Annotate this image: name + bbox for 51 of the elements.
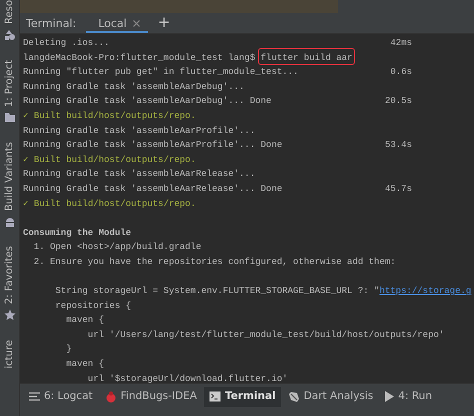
tool-window-tab[interactable]: Terminal <box>204 387 281 407</box>
sidebar-tab[interactable]: 2: Favorites <box>4 246 14 304</box>
sidebar-tab[interactable]: icture <box>4 340 14 369</box>
terminal-line: Running Gradle task 'assembleAarRelease'... Done <box>23 184 282 194</box>
sidebar-tab[interactable]: 1: Project <box>4 60 14 108</box>
terminal-line: } <box>65 344 72 354</box>
duration-text: 53.4s <box>384 139 412 152</box>
terminal-line: Running Gradle task 'assembleAarDebug'... Done <box>23 96 272 106</box>
terminal-line: 2. Ensure you have the repositories configured, otherwise add them: <box>32 256 396 267</box>
terminal-line: Running Gradle task 'assembleAarRelease'... <box>23 169 256 180</box>
terminal-line: Running Gradle task 'assembleAarProfile'... <box>23 126 256 136</box>
duration-text: 42ms <box>390 37 412 50</box>
terminal-line: langdeMacBook-Pro:flutter_module_test lang$ <box>23 52 256 65</box>
menu-icon <box>29 392 40 402</box>
android-icon <box>4 216 16 228</box>
terminal-line: Running Gradle task 'assembleAarProfile'... Done <box>23 140 282 150</box>
resource-icon <box>4 28 16 41</box>
terminal-icon <box>208 391 221 402</box>
add-tab-button[interactable]: + <box>148 13 180 33</box>
bug-icon <box>104 390 117 403</box>
terminal-line: ✓ Built build/host/outputs/repo. <box>23 198 196 209</box>
sidebar-tab[interactable]: Reso <box>4 0 14 24</box>
tool-window-tab[interactable]: 6: Logcat <box>24 387 98 407</box>
play-icon <box>385 391 394 402</box>
command-text: flutter build aar <box>258 48 356 66</box>
terminal-line: Running Gradle task 'assembleAarDebug'... <box>23 82 244 92</box>
terminal-line: ✓ Built build/host/outputs/repo. <box>23 110 196 121</box>
duration-text: 20.5s <box>384 95 412 108</box>
code-line: String storageUrl = System.env.FLUTTER_STORAGE_BASE_URL ?: " <box>54 286 380 296</box>
terminal-title: Terminal: <box>25 16 78 32</box>
star-icon <box>4 309 16 322</box>
terminal-line: Running "flutter pub get" in flutter_module_test... <box>23 67 298 78</box>
dart-icon <box>288 390 300 403</box>
terminal-line: Deleting .ios... <box>23 38 110 48</box>
terminal-line: repositories { <box>54 300 132 311</box>
session-tab[interactable]: Local <box>86 13 148 33</box>
terminal-line: maven { <box>65 359 104 370</box>
section-heading: Consuming the Module <box>23 228 132 238</box>
terminal-line: url '$storageUrl/download.flutter.io' <box>86 374 288 383</box>
terminal-line: url '/Users/lang/test/flutter_module_test/build/host/outputs/repo' <box>86 330 444 340</box>
folder-icon <box>4 112 16 124</box>
sidebar-tab[interactable]: Build Variants <box>4 142 14 212</box>
tool-window-tab[interactable]: FindBugs-IDEA <box>100 387 202 407</box>
tool-window-tab[interactable]: 4: Run <box>380 387 437 407</box>
terminal-line: 1. Open <host>/app/build.gradle <box>32 242 202 252</box>
tool-window-tab[interactable]: Dart Analysis <box>282 387 378 407</box>
terminal-line: maven { <box>65 315 104 326</box>
url-link[interactable]: https://storage.g <box>379 286 472 296</box>
duration-text: 45.7s <box>384 182 412 196</box>
duration-text: 0.6s <box>390 66 412 80</box>
terminal-line: ✓ Built build/host/outputs/repo. <box>23 154 196 165</box>
